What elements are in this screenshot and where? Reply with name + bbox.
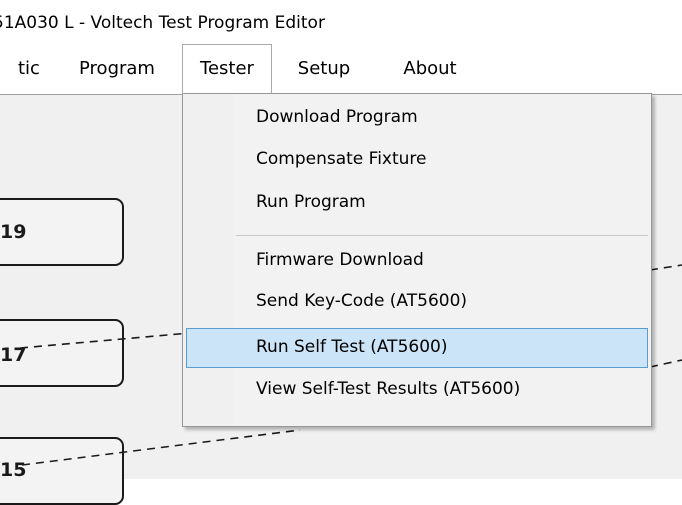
- menu-item-label: View Self-Test Results (AT5600): [256, 379, 521, 399]
- menu-tester-label: Tester: [200, 58, 254, 79]
- menu-program-label: Program: [79, 58, 155, 79]
- tester-dropdown-menu: Download Program Compensate Fixture Run …: [182, 93, 652, 427]
- menu-item-label: Run Self Test (AT5600): [256, 337, 448, 357]
- menu-separator: [236, 235, 648, 236]
- menu-item-download-program[interactable]: Download Program: [186, 98, 648, 138]
- menu-program[interactable]: Program: [62, 44, 172, 94]
- menu-item-compensate-fixture[interactable]: Compensate Fixture: [186, 140, 648, 180]
- menu-bar: tic Program Tester Setup About: [0, 44, 682, 94]
- menu-item-label: Send Key-Code (AT5600): [256, 291, 468, 311]
- menu-item-send-key-code[interactable]: Send Key-Code (AT5600): [186, 282, 648, 322]
- menu-item-run-self-test[interactable]: Run Self Test (AT5600): [186, 328, 648, 368]
- wire-17-right: [649, 359, 682, 368]
- wire-17: [19, 332, 191, 349]
- menu-item-label: Compensate Fixture: [256, 149, 427, 169]
- title-bar: 51A030 L - Voltech Test Program Editor: [0, 0, 682, 44]
- menu-item-label: Download Program: [256, 107, 418, 127]
- menu-diagnostic[interactable]: tic: [0, 44, 52, 94]
- menu-diagnostic-label: tic: [18, 58, 40, 79]
- menu-item-view-self-test-results[interactable]: View Self-Test Results (AT5600): [186, 370, 648, 410]
- wire-19-right: [649, 264, 682, 271]
- menu-item-label: Firmware Download: [256, 250, 424, 270]
- window-title: 51A030 L - Voltech Test Program Editor: [0, 13, 325, 33]
- menu-about-label: About: [403, 58, 457, 79]
- menu-item-label: Run Program: [256, 192, 366, 212]
- wire-15: [21, 429, 301, 466]
- menu-setup[interactable]: Setup: [282, 44, 366, 94]
- menu-setup-label: Setup: [297, 58, 351, 79]
- menu-tester[interactable]: Tester: [182, 44, 272, 94]
- menu-item-firmware-download[interactable]: Firmware Download: [186, 241, 648, 281]
- menu-about[interactable]: About: [382, 44, 478, 94]
- menu-item-run-program[interactable]: Run Program: [186, 183, 648, 223]
